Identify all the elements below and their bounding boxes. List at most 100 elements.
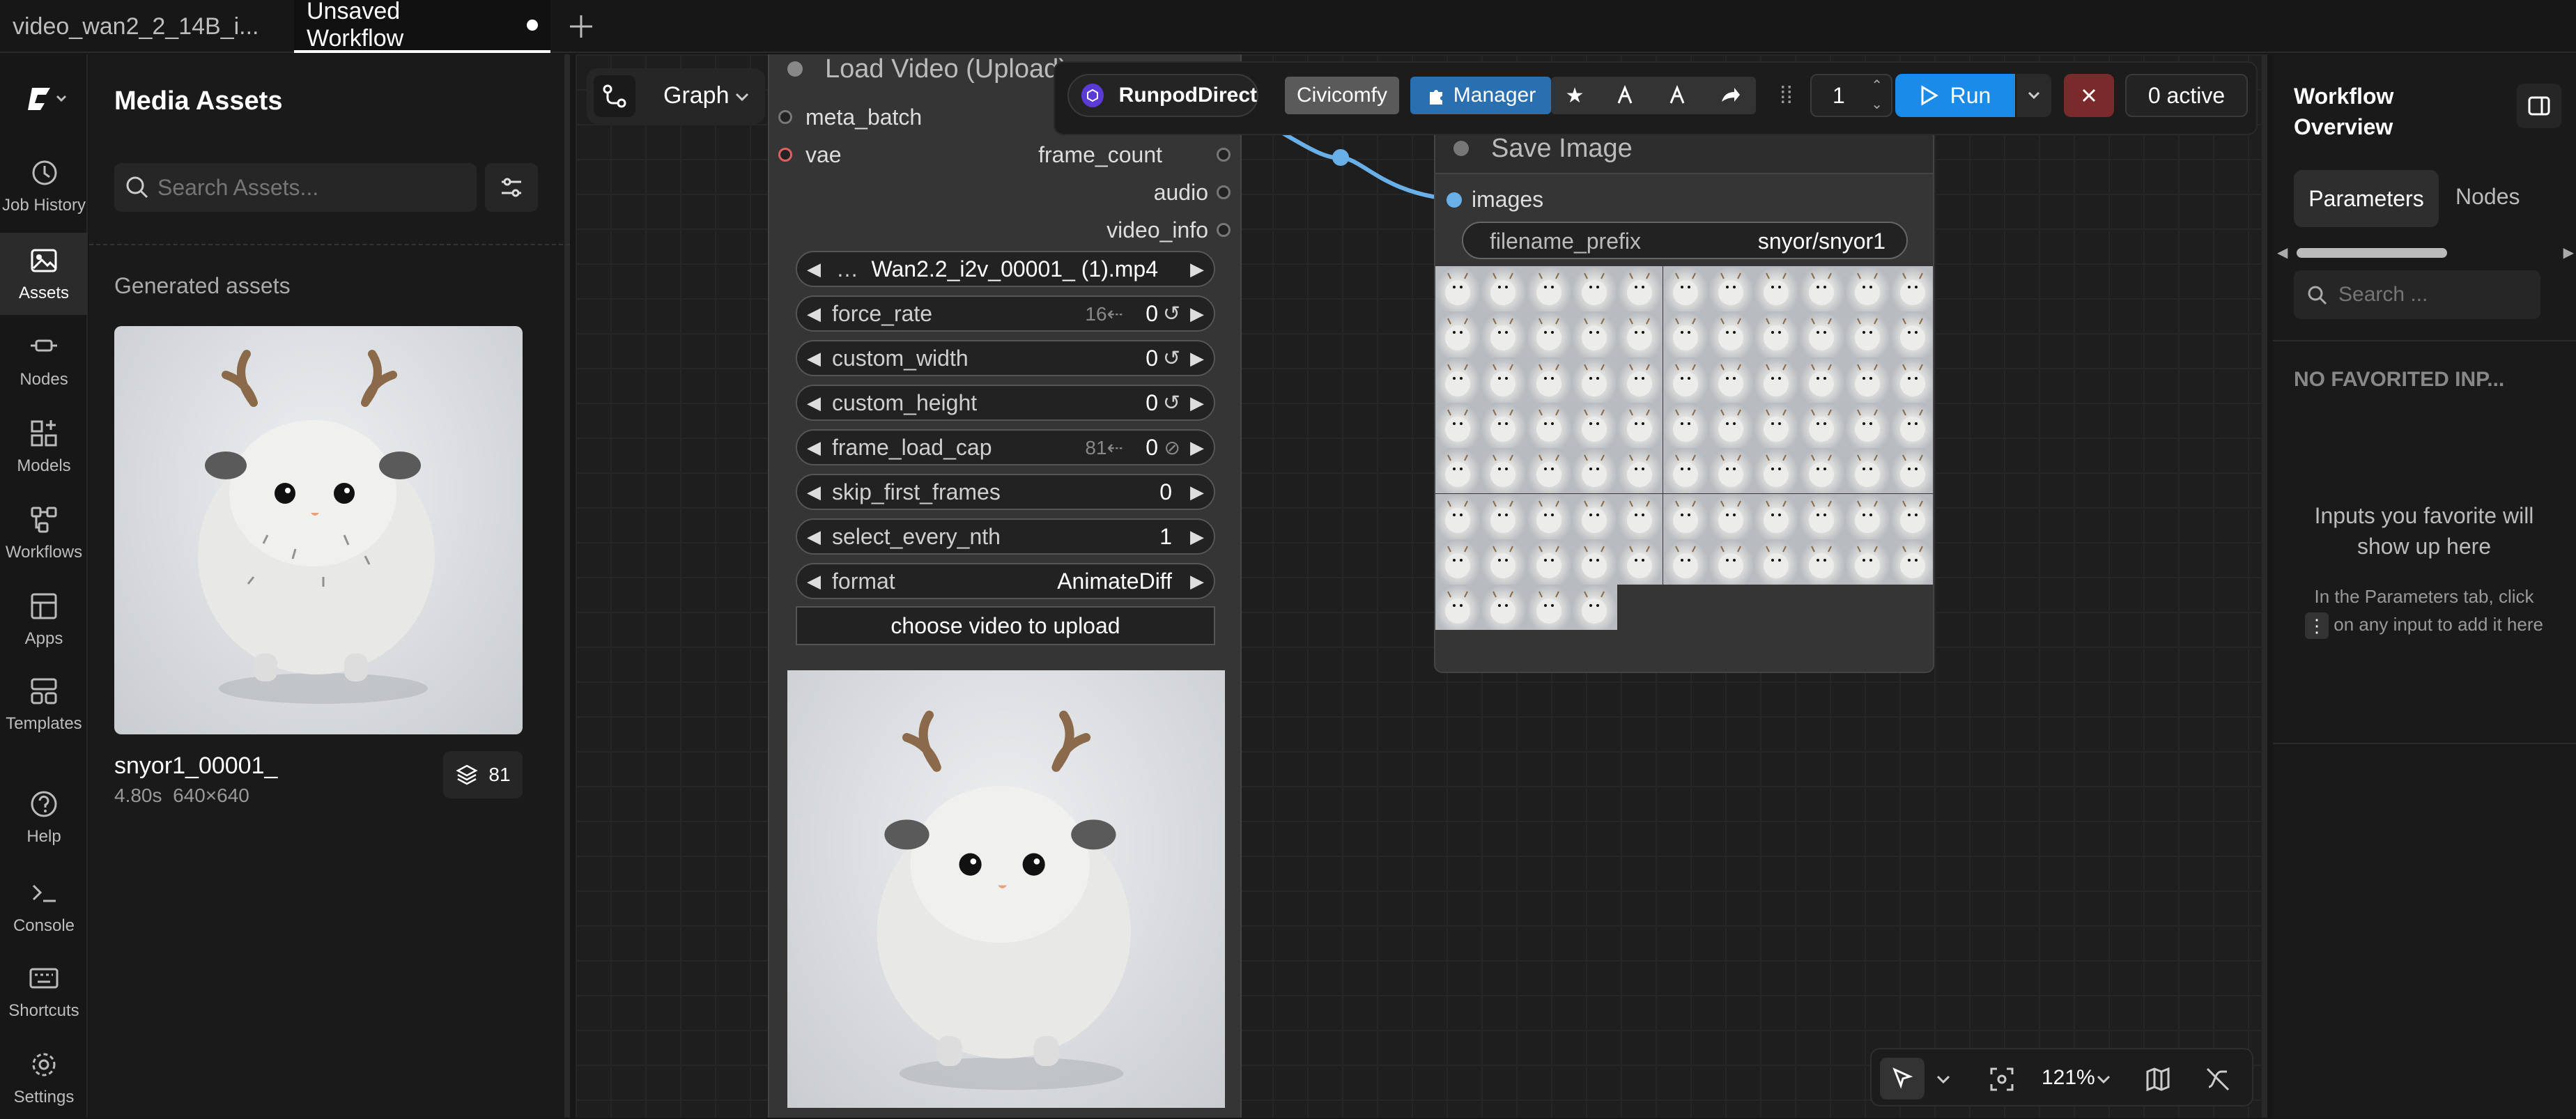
- sidebar-item-settings[interactable]: Settings: [0, 1037, 88, 1119]
- tab-parameters[interactable]: Parameters: [2294, 170, 2439, 227]
- image-thumbnail[interactable]: [1663, 357, 1709, 403]
- arrow-right-icon[interactable]: ▶: [1190, 392, 1204, 414]
- sidebar-item-help[interactable]: Help: [0, 776, 88, 858]
- sidebar-item-apps[interactable]: Apps: [0, 578, 88, 661]
- output-port-video-info[interactable]: [1217, 223, 1231, 237]
- arrow-right-icon[interactable]: ▶: [1190, 526, 1204, 548]
- image-thumbnail[interactable]: [1754, 357, 1800, 403]
- run-button[interactable]: Run: [1895, 74, 2015, 117]
- image-thumbnail[interactable]: [1799, 357, 1845, 403]
- tab-nodes[interactable]: Nodes: [2455, 184, 2520, 210]
- batch-count-input[interactable]: 1 ⌃ ⌄: [1810, 74, 1892, 117]
- image-thumbnail[interactable]: [1799, 493, 1845, 539]
- share-nodes-icon[interactable]: [1613, 84, 1637, 107]
- runpod-button[interactable]: RunpodDirect: [1067, 74, 1258, 117]
- image-thumbnail[interactable]: [1754, 539, 1800, 585]
- zoom-level[interactable]: 121%: [2042, 1066, 2095, 1090]
- sidebar-item-workflows[interactable]: Workflows: [0, 492, 88, 574]
- filter-button[interactable]: [485, 163, 538, 212]
- chevron-down-icon[interactable]: [1934, 1070, 1952, 1088]
- active-queue-button[interactable]: 0 active: [2125, 74, 2248, 117]
- minimap-icon[interactable]: [2145, 1066, 2171, 1093]
- star-icon[interactable]: ★: [1566, 84, 1584, 108]
- image-thumbnail[interactable]: [1617, 311, 1663, 357]
- arrow-left-icon[interactable]: ◀: [807, 526, 821, 548]
- image-thumbnail[interactable]: [1435, 585, 1481, 631]
- image-thumbnail[interactable]: [1754, 402, 1800, 449]
- horizontal-scrollbar[interactable]: ◀ ▶: [2276, 244, 2575, 262]
- image-thumbnail[interactable]: [1617, 493, 1663, 539]
- image-thumbnail[interactable]: [1844, 448, 1890, 494]
- image-thumbnail[interactable]: [1708, 539, 1754, 585]
- image-thumbnail[interactable]: [1890, 539, 1933, 585]
- scroll-right-icon[interactable]: ▶: [2563, 244, 2574, 261]
- decrement-icon[interactable]: ⌄: [1871, 95, 1883, 113]
- arrow-left-icon[interactable]: ◀: [807, 303, 821, 325]
- custom-width-widget[interactable]: ◀ custom_width 0 ↺ ▶: [796, 340, 1215, 376]
- input-port-vae[interactable]: [778, 148, 792, 162]
- image-thumbnail[interactable]: [1435, 402, 1481, 449]
- arrow-right-icon[interactable]: ▶: [1190, 303, 1204, 325]
- arrow-right-icon[interactable]: ▶: [1190, 571, 1204, 592]
- arrow-right-icon[interactable]: ▶: [1190, 481, 1204, 503]
- image-thumbnail[interactable]: [1571, 448, 1618, 494]
- image-thumbnail[interactable]: [1617, 402, 1663, 449]
- comfy-logo-button[interactable]: [26, 84, 68, 118]
- image-thumbnail[interactable]: [1571, 585, 1618, 631]
- manager-button[interactable]: Manager: [1410, 77, 1551, 114]
- image-thumbnail[interactable]: [1708, 311, 1754, 357]
- image-thumbnail[interactable]: [1754, 311, 1800, 357]
- reset-icon[interactable]: ↺: [1163, 391, 1180, 415]
- image-thumbnail[interactable]: [1663, 402, 1709, 449]
- image-thumbnail[interactable]: [1571, 539, 1618, 585]
- cancel-run-button[interactable]: [2064, 74, 2114, 117]
- image-thumbnail[interactable]: [1617, 357, 1663, 403]
- image-thumbnail[interactable]: [1708, 493, 1754, 539]
- image-thumbnail[interactable]: [1435, 357, 1481, 403]
- image-thumbnail[interactable]: [1481, 402, 1527, 449]
- image-thumbnail[interactable]: [1844, 357, 1890, 403]
- fit-view-icon[interactable]: [1989, 1066, 2015, 1093]
- scroll-left-icon[interactable]: ◀: [2277, 244, 2288, 261]
- toggle-panel-button[interactable]: [2517, 84, 2561, 128]
- image-thumbnail[interactable]: [1571, 493, 1618, 539]
- sidebar-item-console[interactable]: Console: [0, 865, 88, 948]
- image-thumbnail[interactable]: [1663, 311, 1709, 357]
- select-every-nth-widget[interactable]: ◀ select_every_nth 1 ▶: [796, 518, 1215, 555]
- image-thumbnail[interactable]: [1844, 539, 1890, 585]
- image-thumbnail[interactable]: [1571, 266, 1618, 312]
- image-thumbnail[interactable]: [1754, 493, 1800, 539]
- image-thumbnail[interactable]: [1481, 311, 1527, 357]
- image-thumbnail[interactable]: [1708, 448, 1754, 494]
- image-thumbnail[interactable]: [1844, 493, 1890, 539]
- arrow-left-icon[interactable]: ◀: [807, 437, 821, 458]
- image-thumbnail[interactable]: [1481, 539, 1527, 585]
- image-thumbnail[interactable]: [1708, 402, 1754, 449]
- image-thumbnail[interactable]: [1435, 493, 1481, 539]
- force-rate-widget[interactable]: ◀ force_rate 16⇠ 0 ↺ ▶: [796, 295, 1215, 332]
- frame-load-cap-widget[interactable]: ◀ frame_load_cap 81⇠ 0 ⊘ ▶: [796, 429, 1215, 465]
- image-thumbnail[interactable]: [1799, 266, 1845, 312]
- image-thumbnail[interactable]: [1435, 266, 1481, 312]
- new-tab-button[interactable]: [562, 7, 601, 46]
- sidebar-item-models[interactable]: Models: [0, 406, 88, 488]
- image-thumbnail[interactable]: [1481, 493, 1527, 539]
- image-thumbnail[interactable]: [1890, 311, 1933, 357]
- input-port-images[interactable]: [1447, 192, 1462, 208]
- share-alt-icon[interactable]: [1665, 84, 1689, 107]
- image-thumbnail[interactable]: [1481, 448, 1527, 494]
- image-thumbnail[interactable]: [1754, 448, 1800, 494]
- hide-links-icon[interactable]: [2205, 1066, 2231, 1093]
- image-thumbnail[interactable]: [1754, 266, 1800, 312]
- image-thumbnail[interactable]: [1526, 448, 1572, 494]
- image-thumbnail[interactable]: [1526, 493, 1572, 539]
- image-thumbnail[interactable]: [1663, 539, 1709, 585]
- search-parameters-input[interactable]: [2338, 279, 2527, 311]
- image-thumbnail[interactable]: [1481, 357, 1527, 403]
- image-thumbnail[interactable]: [1799, 448, 1845, 494]
- arrow-right-icon[interactable]: ▶: [1190, 258, 1204, 280]
- image-thumbnail[interactable]: [1663, 266, 1709, 312]
- image-thumbnail[interactable]: [1844, 266, 1890, 312]
- image-thumbnail[interactable]: [1526, 539, 1572, 585]
- image-thumbnail[interactable]: [1571, 357, 1618, 403]
